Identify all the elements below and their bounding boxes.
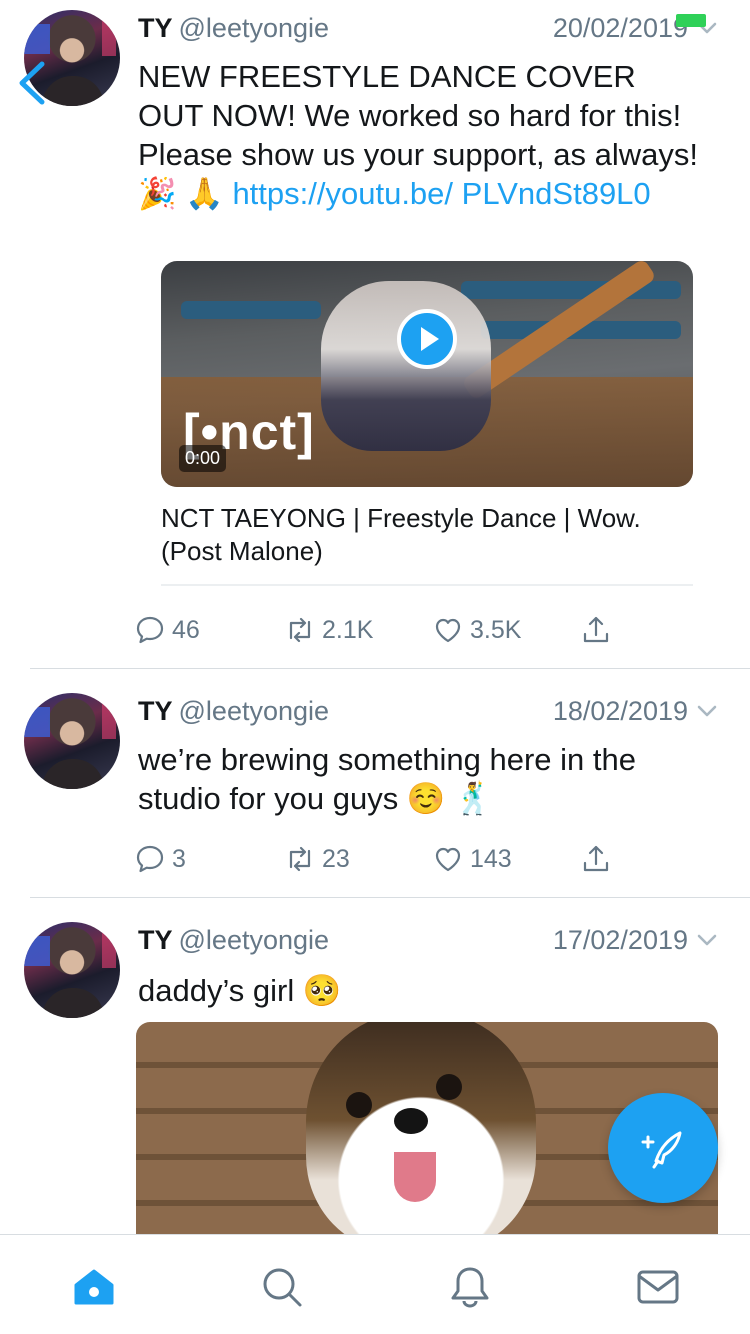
tweet-1[interactable]: TY @leetyongie 20/02/2019 NEW FREESTYLE D… (0, 0, 750, 668)
tweet-header: TY @leetyongie 18/02/2019 (138, 694, 718, 728)
video-thumbnail[interactable]: [•nct] 0:00 (161, 261, 693, 487)
tweet-date: 18/02/2019 (552, 696, 688, 726)
bottom-tab-bar (0, 1234, 750, 1334)
retweet-count: 2.1K (322, 615, 374, 644)
play-button[interactable] (397, 309, 457, 369)
reply-button[interactable]: 46 (134, 610, 200, 650)
dog-eye (346, 1092, 372, 1118)
search-icon (263, 1268, 302, 1307)
tweet-text: we’re brewing something here in the stud… (138, 740, 708, 818)
chevron-down-icon[interactable] (696, 929, 718, 951)
tweet-date: 17/02/2019 (552, 925, 688, 955)
tweet-text-content: daddy’s girl 🥺 (138, 973, 342, 1008)
tweet-header: TY @leetyongie 17/02/2019 (138, 923, 718, 957)
battery-indicator (676, 14, 706, 27)
retweet-icon (289, 846, 311, 872)
tab-search[interactable] (260, 1265, 304, 1309)
like-count: 3.5K (470, 615, 522, 644)
messages-icon (637, 1270, 679, 1304)
notifications-icon (451, 1267, 489, 1308)
tab-home[interactable] (72, 1265, 116, 1309)
tweet-text: daddy’s girl 🥺 (138, 971, 708, 1010)
display-name[interactable]: TY (138, 925, 173, 955)
tweet-actions: 46 2.1K 3.5K (134, 610, 634, 650)
tweet-2[interactable]: TY @leetyongie 18/02/2019 we’re brewing s… (0, 669, 750, 897)
reply-icon (136, 616, 164, 644)
tab-messages[interactable] (636, 1265, 680, 1309)
home-icon (74, 1269, 114, 1305)
back-arrow-icon[interactable] (14, 58, 48, 108)
user-handle[interactable]: @leetyongie (179, 13, 330, 43)
compose-tweet-icon (641, 1131, 682, 1169)
reply-icon (136, 845, 164, 873)
share-button[interactable] (580, 839, 612, 879)
reply-count: 3 (172, 844, 186, 873)
share-button[interactable] (580, 610, 612, 650)
dog-eye (436, 1074, 462, 1100)
tweet-date: 20/02/2019 (552, 13, 688, 43)
avatar[interactable] (24, 693, 120, 789)
reply-count: 46 (172, 615, 200, 644)
like-button[interactable]: 143 (432, 839, 512, 879)
retweet-icon (289, 617, 311, 643)
dog-tongue (394, 1152, 436, 1202)
tweet-header: TY @leetyongie 20/02/2019 (138, 11, 718, 45)
link-card-title[interactable]: NCT TAEYONG | Freestyle Dance | Wow. (Po… (161, 502, 693, 568)
heart-icon (435, 618, 461, 643)
tweet-text-content: we’re brewing something here in the stud… (138, 742, 636, 816)
chevron-down-icon[interactable] (696, 700, 718, 722)
tweet-text: NEW FREESTYLE DANCE COVER OUT NOW! We wo… (138, 57, 708, 213)
dog-nose (394, 1108, 428, 1134)
play-icon (420, 327, 439, 351)
reply-button[interactable]: 3 (134, 839, 186, 879)
like-button[interactable]: 3.5K (432, 610, 521, 650)
share-icon (583, 616, 609, 643)
video-duration: 0:00 (179, 445, 227, 472)
avatar[interactable] (24, 922, 120, 1018)
like-count: 143 (470, 844, 512, 873)
display-name[interactable]: TY (138, 13, 173, 43)
compose-tweet-button[interactable] (608, 1093, 718, 1203)
tweet-actions: 3 23 143 (134, 839, 634, 879)
display-name[interactable]: TY (138, 696, 173, 726)
retweet-button[interactable]: 23 (284, 839, 350, 879)
share-icon (583, 845, 609, 872)
card-divider (161, 584, 693, 586)
tweet-link[interactable]: https://youtu.be/ PLVndSt89L0 (232, 176, 650, 211)
retweet-count: 23 (322, 844, 350, 873)
tab-notifications[interactable] (448, 1265, 492, 1309)
user-handle[interactable]: @leetyongie (179, 925, 330, 955)
heart-icon (435, 847, 461, 872)
retweet-button[interactable]: 2.1K (284, 610, 373, 650)
user-handle[interactable]: @leetyongie (179, 696, 330, 726)
